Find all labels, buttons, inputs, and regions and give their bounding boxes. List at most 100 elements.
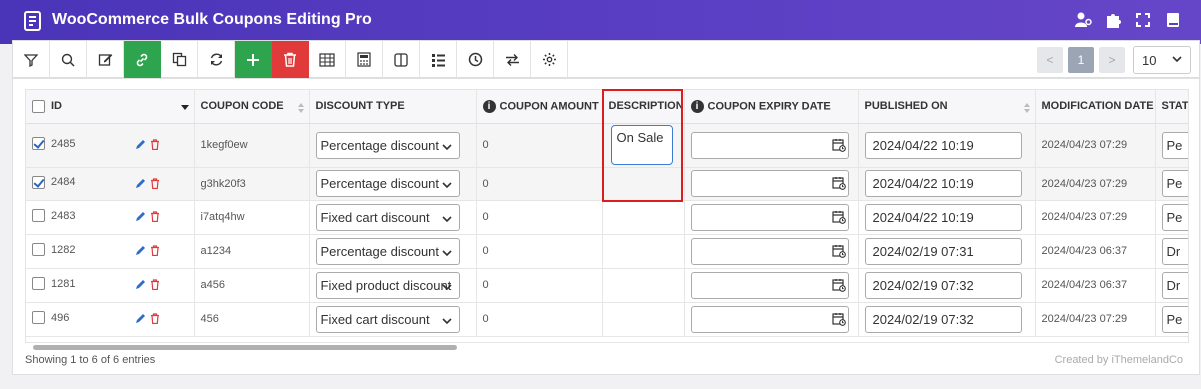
page-1-button[interactable]: 1	[1068, 47, 1094, 73]
row-checkbox[interactable]	[32, 209, 45, 222]
add-coupon-button[interactable]	[235, 41, 272, 78]
table-row[interactable]: 1282 a1234 Percentage discount 0 2024/02/19 …	[26, 234, 1188, 269]
calendar-icon[interactable]	[831, 244, 846, 261]
expiry-date-input[interactable]	[690, 237, 849, 265]
cell-coupon-amount[interactable]: 0	[476, 268, 603, 303]
delete-trash-icon[interactable]	[150, 177, 160, 192]
bulk-edit-button[interactable]	[87, 41, 124, 78]
row-checkbox[interactable]	[32, 175, 45, 189]
calendar-icon[interactable]	[831, 176, 846, 193]
published-date-input[interactable]: 2024/02/19 07:31	[864, 237, 1022, 265]
col-modification-date[interactable]: MODIFICATION DATE	[1035, 90, 1156, 124]
bind-edit-button[interactable]	[124, 41, 161, 78]
cell-description[interactable]	[602, 268, 685, 303]
col-status[interactable]: STAT	[1155, 90, 1188, 124]
discount-type-select[interactable]: Fixed cart discount	[315, 305, 460, 333]
duplicate-button[interactable]	[161, 41, 198, 78]
delete-trash-icon[interactable]	[150, 279, 160, 293]
discount-type-select[interactable]: Fixed product discount	[315, 271, 460, 299]
row-checkbox[interactable]	[32, 243, 45, 256]
published-date-input[interactable]: 2024/04/22 10:19	[864, 170, 1022, 197]
cell-coupon-code[interactable]: a456	[194, 268, 310, 303]
cell-description[interactable]	[602, 234, 685, 269]
row-checkbox[interactable]	[32, 277, 45, 290]
reload-button[interactable]	[198, 41, 235, 78]
user-settings-icon[interactable]	[1073, 10, 1093, 30]
col-id[interactable]: ID	[26, 90, 195, 124]
table-row[interactable]: 2485 1kegf0ew Percentage discount 0 On Sale 2…	[26, 123, 1188, 168]
published-date-input[interactable]: 2024/04/22 10:19	[864, 203, 1022, 231]
edit-pencil-icon[interactable]	[135, 178, 146, 192]
cell-coupon-amount[interactable]: 0	[476, 167, 603, 201]
edit-pencil-icon[interactable]	[135, 211, 146, 225]
delete-trash-icon[interactable]	[150, 245, 160, 259]
columns-toggle-button[interactable]	[383, 41, 420, 78]
edit-pencil-icon[interactable]	[135, 139, 146, 153]
cell-coupon-amount[interactable]: 0	[476, 234, 603, 269]
published-date-input[interactable]: 2024/04/22 10:19	[864, 131, 1022, 159]
published-date-input[interactable]: 2024/02/19 07:32	[864, 271, 1022, 299]
col-published-on[interactable]: PUBLISHED ON	[858, 90, 1036, 124]
status-select[interactable]: Pe	[1161, 203, 1188, 231]
cell-coupon-code[interactable]: a1234	[194, 234, 310, 269]
row-checkbox[interactable]	[32, 311, 45, 324]
table-row[interactable]: 496 456 Fixed cart discount 0 2024/02/19 07:…	[26, 302, 1188, 337]
cell-coupon-amount[interactable]: 0	[476, 302, 603, 337]
col-coupon-expiry-date[interactable]: i COUPON EXPIRY DATE	[684, 90, 859, 124]
info-icon[interactable]: i	[482, 99, 496, 113]
sort-icon[interactable]	[297, 102, 305, 117]
horizontal-scrollbar[interactable]	[25, 343, 1189, 351]
status-select[interactable]: Dr	[1161, 237, 1188, 265]
col-discount-type[interactable]: DISCOUNT TYPE	[309, 90, 477, 124]
list-view-button[interactable]	[420, 41, 457, 78]
edit-pencil-icon[interactable]	[135, 313, 146, 327]
col-coupon-amount[interactable]: i COUPON AMOUNT	[476, 90, 603, 124]
table-row[interactable]: 2483 i7atq4hw Fixed cart discount 0 2024/04/…	[26, 200, 1188, 235]
expiry-date-input[interactable]	[690, 170, 849, 197]
cell-coupon-amount[interactable]: 0	[476, 200, 603, 235]
cell-coupon-code[interactable]: i7atq4hw	[194, 200, 310, 235]
delete-button[interactable]	[272, 41, 309, 78]
import-export-button[interactable]	[494, 41, 531, 78]
row-checkbox[interactable]	[32, 137, 45, 150]
status-select[interactable]: Pe	[1161, 131, 1188, 159]
prev-page-button[interactable]: <	[1037, 47, 1063, 73]
calculator-button[interactable]	[346, 41, 383, 78]
discount-type-select[interactable]: Percentage discount	[315, 170, 460, 197]
cell-coupon-code[interactable]: 456	[194, 302, 310, 337]
edit-pencil-icon[interactable]	[135, 245, 146, 259]
calendar-icon[interactable]	[831, 278, 846, 295]
discount-type-select[interactable]: Percentage discount	[315, 237, 460, 265]
expiry-date-input[interactable]	[690, 203, 849, 231]
status-select[interactable]: Dr	[1161, 271, 1188, 299]
status-select[interactable]: Pe	[1161, 170, 1188, 197]
table-row[interactable]: 1281 a456 Fixed product discount 0 2024/02/1…	[26, 268, 1188, 303]
addons-puzzle-icon[interactable]	[1103, 10, 1123, 30]
calendar-icon[interactable]	[831, 138, 846, 155]
delete-trash-icon[interactable]	[150, 211, 160, 225]
cell-description[interactable]	[602, 167, 685, 201]
expiry-date-input[interactable]	[690, 131, 849, 159]
discount-type-select[interactable]: Percentage discount	[315, 131, 460, 159]
cell-description[interactable]	[602, 302, 685, 337]
fullscreen-icon[interactable]	[1133, 10, 1153, 30]
select-all-checkbox[interactable]	[32, 99, 45, 113]
col-description[interactable]: DESCRIPTION	[602, 90, 685, 124]
col-coupon-code[interactable]: COUPON CODE	[194, 90, 310, 124]
delete-trash-icon[interactable]	[150, 313, 160, 327]
scrollbar-thumb[interactable]	[33, 345, 457, 350]
published-date-input[interactable]: 2024/02/19 07:32	[864, 305, 1022, 333]
documentation-book-icon[interactable]	[1163, 10, 1183, 30]
calendar-icon[interactable]	[831, 312, 846, 329]
cell-coupon-amount[interactable]: 0	[476, 123, 603, 168]
column-profile-button[interactable]	[309, 41, 346, 78]
filter-button[interactable]	[13, 41, 50, 78]
status-select[interactable]: Pe	[1161, 305, 1188, 333]
description-input[interactable]: On Sale	[610, 125, 673, 165]
search-button[interactable]	[50, 41, 87, 78]
sort-desc-icon[interactable]	[180, 102, 190, 115]
sort-icon[interactable]	[1023, 102, 1031, 117]
next-page-button[interactable]: >	[1099, 47, 1125, 73]
expiry-date-input[interactable]	[690, 305, 849, 333]
expiry-date-input[interactable]	[690, 271, 849, 299]
